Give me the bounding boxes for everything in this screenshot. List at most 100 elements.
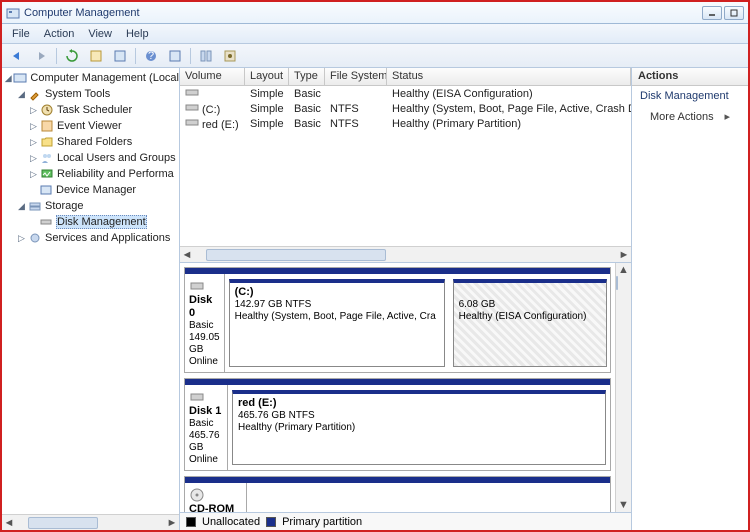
menu-file[interactable]: File (6, 26, 36, 42)
help-button[interactable]: ? (140, 46, 162, 66)
separator (135, 48, 136, 64)
main-area: ◢ Computer Management (Local ◢ System To… (2, 68, 748, 530)
expand-icon[interactable]: ▷ (28, 137, 39, 148)
folder-icon (40, 135, 54, 149)
tree-system-tools[interactable]: ◢ System Tools (2, 86, 179, 102)
chevron-right-icon: ▸ (724, 110, 730, 123)
monitor-icon (40, 167, 54, 181)
center-pane: Volume Layout Type File System Status Si… (180, 68, 632, 530)
back-button[interactable] (6, 46, 28, 66)
tree-event-viewer[interactable]: ▷ Event Viewer (2, 118, 179, 134)
computer-icon (13, 71, 27, 85)
window-title: Computer Management (24, 7, 702, 19)
list-body: SimpleBasicHealthy (EISA Configuration)(… (180, 86, 631, 246)
graphical-view: Disk 0Basic149.05 GBOnline(C:)142.97 GB … (180, 263, 631, 512)
view-button[interactable] (164, 46, 186, 66)
tree-scrollbar[interactable]: ◄ ► (2, 514, 179, 530)
action-disk-management[interactable]: Disk Management (632, 86, 748, 106)
tree-device-manager[interactable]: Device Manager (2, 182, 179, 198)
disk-block[interactable]: CD-ROM 0DVD (D:)No Media (184, 476, 611, 512)
menu-view[interactable]: View (82, 26, 118, 42)
users-icon (40, 151, 54, 165)
tree-disk-management[interactable]: Disk Management (2, 214, 179, 230)
clock-icon (40, 103, 54, 117)
extra-button[interactable] (219, 46, 241, 66)
tree-root[interactable]: ◢ Computer Management (Local (2, 70, 179, 86)
more-label: More Actions (650, 111, 714, 123)
table-row[interactable]: SimpleBasicHealthy (EISA Configuration) (180, 86, 631, 101)
storage-icon (28, 199, 42, 213)
actions-header: Actions (632, 68, 748, 86)
disk-block[interactable]: Disk 0Basic149.05 GBOnline(C:)142.97 GB … (184, 267, 611, 373)
col-filesystem[interactable]: File System (325, 68, 387, 85)
expand-icon[interactable]: ▷ (28, 121, 39, 132)
scroll-left-icon[interactable]: ◄ (180, 248, 194, 262)
titlebar: Computer Management (2, 2, 748, 24)
refresh-button[interactable] (61, 46, 83, 66)
list-scrollbar[interactable]: ◄ ► (180, 246, 631, 262)
event-icon (40, 119, 54, 133)
settings-button[interactable] (195, 46, 217, 66)
maximize-button[interactable] (724, 6, 744, 20)
minimize-button[interactable] (702, 6, 722, 20)
properties-button[interactable] (85, 46, 107, 66)
menu-help[interactable]: Help (120, 26, 155, 42)
scroll-thumb[interactable] (616, 276, 618, 290)
table-row[interactable]: red (E:)SimpleBasicNTFSHealthy (Primary … (180, 116, 631, 131)
services-icon (28, 231, 42, 245)
scroll-up-icon[interactable]: ▲ (616, 263, 631, 277)
graphical-scrollbar[interactable]: ▲ ▼ (615, 263, 631, 512)
partition[interactable]: (C:)142.97 GB NTFSHealthy (System, Boot,… (229, 279, 445, 367)
actions-pane: Actions Disk Management More Actions ▸ (632, 68, 748, 530)
app-icon (6, 6, 20, 20)
disk-icon (39, 215, 53, 229)
swatch-unallocated (186, 517, 196, 527)
collapse-icon[interactable]: ◢ (16, 201, 27, 212)
col-volume[interactable]: Volume (180, 68, 245, 85)
svg-text:?: ? (148, 50, 154, 62)
scroll-thumb[interactable] (28, 517, 98, 529)
tree-storage[interactable]: ◢ Storage (2, 198, 179, 214)
tools-icon (28, 87, 42, 101)
partition[interactable]: red (E:)465.76 GB NTFSHealthy (Primary P… (232, 390, 606, 465)
menu-action[interactable]: Action (38, 26, 81, 42)
action-more[interactable]: More Actions ▸ (632, 106, 748, 127)
list-header: Volume Layout Type File System Status (180, 68, 631, 86)
toolbar: ? (2, 44, 748, 68)
collapse-icon[interactable]: ◢ (4, 73, 12, 84)
separator (56, 48, 57, 64)
tree-shared-folders[interactable]: ▷ Shared Folders (2, 134, 179, 150)
disk-blocks: Disk 0Basic149.05 GBOnline(C:)142.97 GB … (180, 263, 615, 512)
swatch-primary (266, 517, 276, 527)
device-icon (39, 183, 53, 197)
expand-icon[interactable]: ▷ (28, 153, 39, 164)
menubar: File Action View Help (2, 24, 748, 44)
scroll-right-icon[interactable]: ► (166, 517, 178, 529)
partition[interactable]: 6.08 GBHealthy (EISA Configuration) (453, 279, 607, 367)
expand-icon[interactable]: ▷ (28, 169, 39, 180)
table-row[interactable]: (C:)SimpleBasicNTFSHealthy (System, Boot… (180, 101, 631, 116)
tree-reliability[interactable]: ▷ Reliability and Performa (2, 166, 179, 182)
scroll-right-icon[interactable]: ► (617, 248, 631, 262)
legend-unallocated: Unallocated (202, 516, 260, 528)
navigation-tree: ◢ Computer Management (Local ◢ System To… (2, 68, 180, 530)
tree-task-scheduler[interactable]: ▷ Task Scheduler (2, 102, 179, 118)
expand-icon[interactable]: ▷ (28, 105, 39, 116)
separator (190, 48, 191, 64)
legend: Unallocated Primary partition (180, 512, 631, 530)
forward-button[interactable] (30, 46, 52, 66)
expand-icon[interactable]: ▷ (16, 233, 27, 244)
scroll-thumb[interactable] (206, 249, 386, 261)
scroll-left-icon[interactable]: ◄ (3, 517, 15, 529)
disk-block[interactable]: Disk 1Basic465.76 GBOnlinered (E:)465.76… (184, 378, 611, 471)
tree-services[interactable]: ▷ Services and Applications (2, 230, 179, 246)
console-button[interactable] (109, 46, 131, 66)
legend-primary: Primary partition (282, 516, 362, 528)
col-layout[interactable]: Layout (245, 68, 289, 85)
volume-list: Volume Layout Type File System Status Si… (180, 68, 631, 263)
collapse-icon[interactable]: ◢ (16, 89, 27, 100)
col-status[interactable]: Status (387, 68, 631, 85)
col-type[interactable]: Type (289, 68, 325, 85)
scroll-down-icon[interactable]: ▼ (616, 498, 631, 512)
tree-local-users[interactable]: ▷ Local Users and Groups (2, 150, 179, 166)
